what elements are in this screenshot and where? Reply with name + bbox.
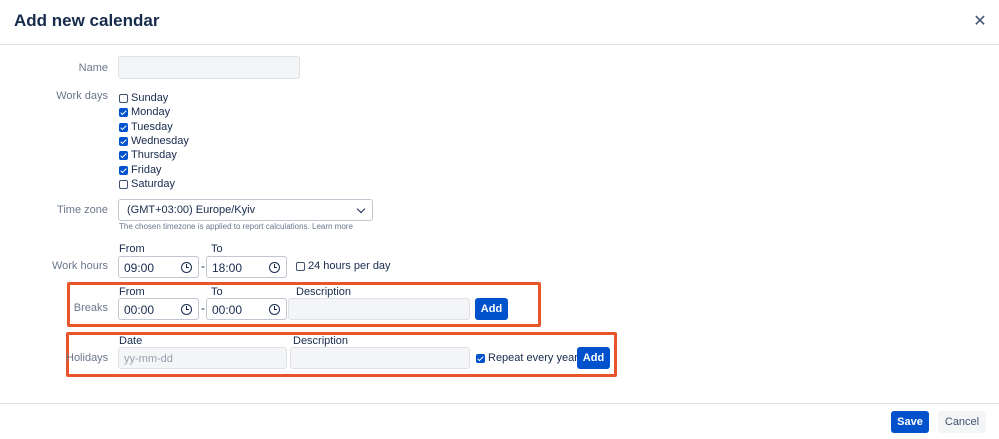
workday-sunday[interactable]: Sunday — [119, 91, 168, 105]
holidays-description-label: Description — [293, 335, 349, 347]
breaks-from-input[interactable]: 00:00 — [118, 298, 199, 320]
save-button[interactable]: Save — [891, 411, 929, 433]
workday-friday[interactable]: Friday — [119, 163, 162, 177]
name-label: Name — [78, 62, 108, 74]
work-days-label: Work days — [56, 90, 108, 102]
add-holiday-button[interactable]: Add — [577, 347, 610, 369]
holidays-label: Holidays — [66, 352, 109, 364]
holiday-date-input[interactable]: yy-mm-dd — [118, 347, 287, 369]
workday-label: Tuesday — [131, 121, 173, 133]
checkbox[interactable] — [296, 261, 305, 271]
clock-icon[interactable] — [181, 262, 192, 273]
add-calendar-dialog: Add new calendar ✕ Name Work days Sunday… — [0, 0, 999, 439]
workday-saturday[interactable]: Saturday — [119, 177, 175, 191]
time-value: 00:00 — [212, 303, 243, 317]
dialog-title: Add new calendar — [14, 11, 160, 30]
holidays-date-label: Date — [119, 335, 143, 347]
checkbox[interactable] — [119, 122, 128, 132]
work-hours-label: Work hours — [51, 260, 108, 272]
breaks-from-label: From — [119, 286, 145, 298]
checkbox[interactable] — [119, 150, 128, 160]
dialog-header: Add new calendar ✕ — [0, 0, 999, 45]
time-value: 18:00 — [212, 261, 243, 275]
holiday-description-input[interactable] — [290, 347, 470, 369]
breaks-description-input[interactable] — [288, 298, 470, 320]
breaks-description-label: Description — [296, 286, 352, 298]
checkbox[interactable] — [119, 93, 128, 103]
checkbox[interactable] — [119, 107, 128, 117]
work-hours-from-input[interactable]: 09:00 — [118, 256, 199, 278]
workday-tuesday[interactable]: Tuesday — [119, 120, 173, 134]
workday-label: Friday — [131, 164, 162, 176]
add-break-button[interactable]: Add — [475, 298, 508, 320]
cancel-button[interactable]: Cancel — [938, 411, 986, 433]
breaks-to-input[interactable]: 00:00 — [206, 298, 287, 320]
checkbox[interactable] — [476, 353, 485, 363]
all-day-toggle[interactable]: 24 hours per day — [296, 259, 391, 273]
work-hours-to-label: To — [211, 243, 223, 255]
breaks-label: Breaks — [73, 302, 108, 314]
checkbox[interactable] — [119, 136, 128, 146]
checkbox[interactable] — [119, 165, 128, 175]
time-zone-label: Time zone — [57, 204, 108, 216]
breaks-to-label: To — [211, 286, 223, 298]
time-value: 09:00 — [124, 261, 155, 275]
workday-label: Monday — [131, 106, 171, 118]
workday-label: Sunday — [131, 92, 169, 104]
close-icon[interactable]: ✕ — [970, 12, 990, 32]
clock-icon[interactable] — [181, 304, 192, 315]
workday-wednesday[interactable]: Wednesday — [119, 134, 189, 148]
work-hours-from-label: From — [119, 243, 145, 255]
time-zone-select[interactable]: (GMT+03:00) Europe/Kyiv — [118, 199, 373, 221]
clock-icon[interactable] — [269, 304, 280, 315]
time-zone-value: (GMT+03:00) Europe/Kyiv — [127, 204, 256, 216]
range-separator: - — [201, 301, 205, 315]
footer-divider — [0, 403, 999, 404]
workday-thursday[interactable]: Thursday — [119, 148, 177, 162]
time-zone-help: The chosen timezone is applied to report… — [119, 222, 353, 231]
repeat-every-year-toggle[interactable]: Repeat every year — [476, 351, 578, 365]
chevron-down-icon — [356, 204, 366, 214]
checkbox[interactable] — [119, 179, 128, 189]
time-value: 00:00 — [124, 303, 155, 317]
all-day-label: 24 hours per day — [308, 260, 391, 272]
workday-label: Wednesday — [131, 135, 189, 147]
work-hours-to-input[interactable]: 18:00 — [206, 256, 287, 278]
name-input[interactable] — [118, 56, 300, 79]
repeat-every-year-label: Repeat every year — [488, 352, 578, 364]
workday-monday[interactable]: Monday — [119, 105, 170, 119]
clock-icon[interactable] — [269, 262, 280, 273]
workday-label: Thursday — [131, 149, 177, 161]
workday-label: Saturday — [131, 178, 176, 190]
range-separator: - — [201, 259, 205, 273]
